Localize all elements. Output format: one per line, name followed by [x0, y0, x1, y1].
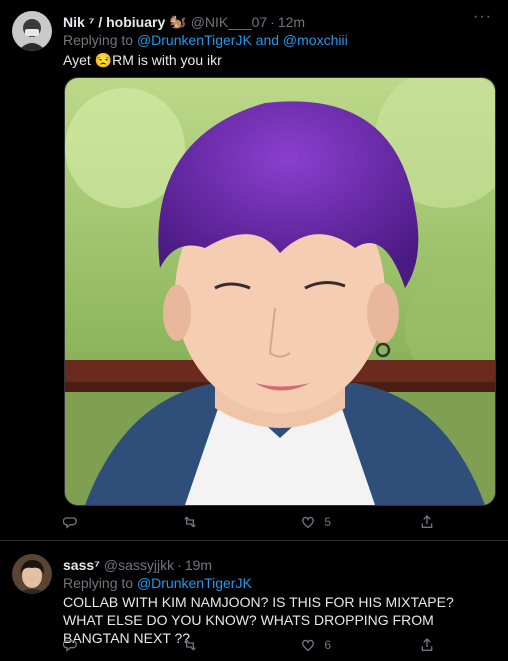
like-count: 5: [324, 515, 331, 529]
more-icon[interactable]: ···: [473, 8, 492, 26]
reply-context: Replying to @DrunkenTigerJK: [63, 575, 252, 591]
tweet[interactable]: Nik ⁷ / hobiuary 🐿️ @NIK___07 · 12m ··· …: [0, 0, 508, 541]
display-name[interactable]: sass⁷: [63, 557, 100, 573]
tweet-actions: 5: [63, 514, 435, 530]
mention-link[interactable]: @moxchiii: [283, 32, 348, 48]
reply-icon: [63, 640, 77, 652]
avatar[interactable]: [12, 11, 52, 51]
like-icon: [302, 516, 315, 529]
user-handle[interactable]: @NIK___07: [191, 14, 267, 30]
reply-button[interactable]: [63, 514, 143, 530]
reply-prefix: Replying to: [63, 575, 137, 591]
like-button[interactable]: 5: [300, 514, 380, 530]
tweet-header: sass⁷ @sassyjjkk · 19m: [63, 557, 212, 573]
tweet[interactable]: sass⁷ @sassyjjkk · 19m Replying to @Drun…: [0, 541, 508, 661]
tweet-text-part: RM is with you ikr: [112, 52, 222, 68]
reply-icon: [63, 517, 77, 529]
tweet-photo[interactable]: [64, 77, 496, 506]
retweet-button[interactable]: [182, 514, 262, 530]
display-name[interactable]: Nik ⁷ / hobiuary: [63, 14, 165, 30]
like-count: 6: [324, 638, 331, 652]
mention-link[interactable]: @DrunkenTigerJK: [137, 32, 252, 48]
reply-button[interactable]: [63, 637, 143, 653]
timestamp[interactable]: 12m: [278, 14, 305, 30]
reply-context: Replying to @DrunkenTigerJK and @moxchii…: [63, 32, 348, 48]
reply-prefix: Replying to: [63, 32, 137, 48]
share-button[interactable]: [419, 637, 435, 653]
reply-join[interactable]: and: [252, 32, 283, 48]
like-button[interactable]: 6: [300, 637, 380, 653]
share-button[interactable]: [419, 514, 435, 530]
unamused-emoji: 😒: [94, 52, 113, 68]
user-handle[interactable]: @sassyjjkk: [104, 557, 174, 573]
tweet-actions: 6: [63, 637, 435, 653]
mention-link[interactable]: @DrunkenTigerJK: [137, 575, 252, 591]
share-icon: [421, 638, 433, 651]
squirrel-emoji: 🐿️: [169, 13, 187, 29]
separator-dot: ·: [270, 13, 275, 30]
tweet-text-part: Ayet: [63, 52, 95, 68]
retweet-icon: [183, 516, 196, 528]
tweet-text: Ayet 😒RM is with you ikr: [63, 51, 494, 69]
retweet-button[interactable]: [182, 637, 262, 653]
share-icon: [421, 515, 433, 528]
avatar[interactable]: [12, 554, 52, 594]
retweet-icon: [183, 639, 196, 651]
separator-dot: ·: [177, 557, 182, 573]
timestamp[interactable]: 19m: [185, 557, 212, 573]
tweet-header: Nik ⁷ / hobiuary 🐿️ @NIK___07 · 12m: [63, 13, 305, 30]
like-icon: [302, 639, 315, 652]
